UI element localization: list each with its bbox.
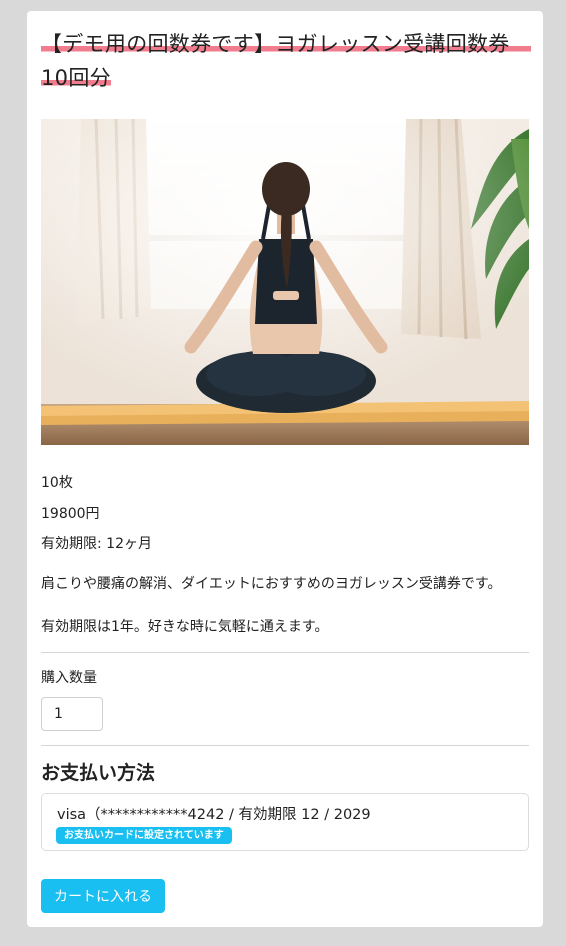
description-line-2: 有効期限は1年。好きな時に気軽に通えます。 (41, 619, 329, 635)
product-title-text: 【デモ用の回数券です】ヨガレッスン受講回数券 10回分 (41, 32, 531, 90)
validity-period: 有効期限: 12ヶ月 (41, 536, 152, 552)
add-to-cart-button[interactable]: カートに入れる (41, 879, 165, 913)
price: 19800円 (41, 506, 100, 522)
quantity-input[interactable] (41, 697, 103, 731)
payment-card-info: visa（************4242 / 有効期限 12 / 2029 (57, 807, 371, 823)
product-card: 【デモ用の回数券です】ヨガレッスン受講回数券 10回分 10枚 19800円 有… (27, 11, 543, 927)
default-card-badge: お支払いカードに設定されています (56, 827, 232, 844)
payment-card-option[interactable]: visa（************4242 / 有効期限 12 / 2029 お… (41, 793, 529, 851)
product-image (41, 119, 529, 445)
divider (41, 745, 529, 746)
product-title: 【デモ用の回数券です】ヨガレッスン受講回数券 10回分 (41, 27, 531, 95)
quantity-label: 購入数量 (41, 670, 97, 686)
payment-method-title: お支払い方法 (41, 762, 156, 784)
ticket-count: 10枚 (41, 475, 73, 491)
divider (41, 652, 529, 653)
description-line-1: 肩こりや腰痛の解消、ダイエットにおすすめのヨガレッスン受講券です。 (41, 576, 502, 592)
